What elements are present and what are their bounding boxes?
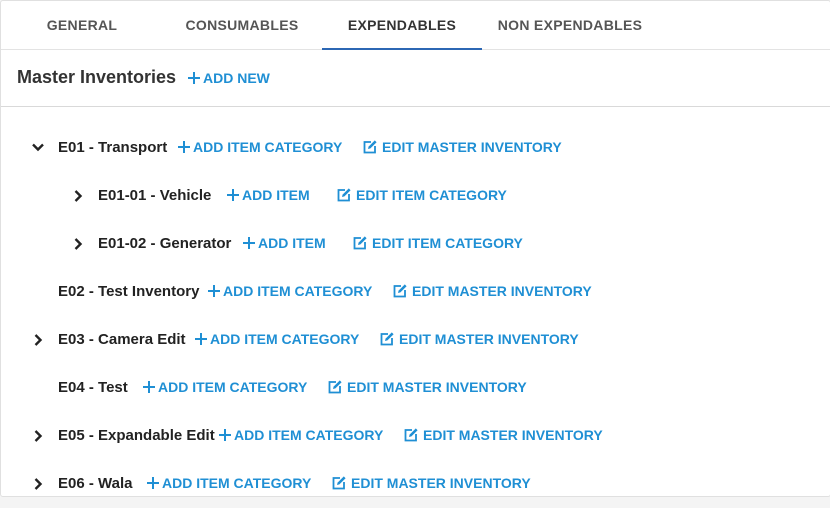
plus-icon bbox=[242, 236, 256, 250]
edit-icon bbox=[336, 187, 352, 203]
edit-icon bbox=[331, 475, 347, 491]
edit-icon bbox=[392, 283, 408, 299]
edit-master-inventory-button[interactable]: EDIT MASTER INVENTORY bbox=[403, 423, 603, 447]
tab-bar: GENERAL CONSUMABLES EXPENDABLES NON EXPE… bbox=[1, 1, 830, 50]
tree-row: E02 - Test Inventory bbox=[58, 279, 199, 303]
plus-icon bbox=[142, 380, 156, 394]
edit-icon bbox=[379, 331, 395, 347]
tab-expendables[interactable]: EXPENDABLES bbox=[322, 1, 482, 50]
plus-icon bbox=[177, 140, 191, 154]
edit-icon bbox=[403, 427, 419, 443]
add-item-category-button[interactable]: ADD ITEM CATEGORY bbox=[177, 135, 342, 159]
edit-master-inventory-button[interactable]: EDIT MASTER INVENTORY bbox=[362, 135, 562, 159]
edit-label: EDIT ITEM CATEGORY bbox=[356, 187, 507, 203]
edit-item-category-button[interactable]: EDIT ITEM CATEGORY bbox=[352, 231, 523, 255]
tab-consumables[interactable]: CONSUMABLES bbox=[162, 1, 322, 49]
add-label: ADD ITEM CATEGORY bbox=[223, 283, 373, 299]
plus-icon bbox=[207, 284, 221, 298]
tree-node-label: E03 - Camera Edit bbox=[58, 330, 186, 348]
add-label: ADD ITEM CATEGORY bbox=[193, 139, 343, 155]
plus-icon bbox=[194, 332, 208, 346]
add-label: ADD ITEM CATEGORY bbox=[158, 379, 308, 395]
add-new-button[interactable]: ADD NEW bbox=[187, 70, 270, 86]
add-item-category-button[interactable]: ADD ITEM CATEGORY bbox=[194, 327, 359, 351]
tree-node-label: E01-01 - Vehicle bbox=[98, 186, 212, 204]
chevron-right-icon[interactable] bbox=[68, 186, 88, 206]
add-label: ADD ITEM bbox=[242, 187, 310, 203]
plus-icon bbox=[226, 188, 240, 202]
plus-icon bbox=[218, 428, 232, 442]
page-header: Master Inventories ADD NEW bbox=[1, 50, 830, 107]
chevron-right-icon[interactable] bbox=[28, 330, 48, 350]
tree-node-label: E01-02 - Generator bbox=[98, 234, 232, 252]
tree-row: E03 - Camera Edit bbox=[58, 327, 186, 351]
edit-label: EDIT MASTER INVENTORY bbox=[351, 475, 531, 491]
chevron-right-icon[interactable] bbox=[68, 234, 88, 254]
tree-row: E01-01 - Vehicle bbox=[98, 183, 211, 207]
tree-node-label: E06 - Wala bbox=[58, 474, 133, 492]
edit-label: EDIT MASTER INVENTORY bbox=[399, 331, 579, 347]
page-title: Master Inventories bbox=[17, 67, 177, 87]
edit-label: EDIT MASTER INVENTORY bbox=[382, 139, 562, 155]
edit-master-inventory-button[interactable]: EDIT MASTER INVENTORY bbox=[331, 471, 531, 495]
add-item-button[interactable]: ADD ITEM bbox=[242, 231, 326, 255]
edit-icon bbox=[352, 235, 368, 251]
tree-node-label: E01 - Transport bbox=[58, 138, 168, 156]
add-label: ADD ITEM bbox=[258, 235, 326, 251]
edit-label: EDIT MASTER INVENTORY bbox=[347, 379, 527, 395]
edit-master-inventory-button[interactable]: EDIT MASTER INVENTORY bbox=[392, 279, 592, 303]
add-item-category-button[interactable]: ADD ITEM CATEGORY bbox=[207, 279, 372, 303]
tree-row: E01-02 - Generator bbox=[98, 231, 231, 255]
chevron-down-icon[interactable] bbox=[28, 137, 48, 157]
tree-node-label: E05 - Expandable Edit bbox=[58, 426, 215, 444]
chevron-right-icon[interactable] bbox=[28, 426, 48, 446]
edit-icon bbox=[362, 139, 378, 155]
add-label: ADD ITEM CATEGORY bbox=[210, 331, 360, 347]
add-label: ADD ITEM CATEGORY bbox=[162, 475, 312, 491]
tree-node-label: E02 - Test Inventory bbox=[58, 282, 200, 300]
edit-label: EDIT MASTER INVENTORY bbox=[412, 283, 592, 299]
tab-non-expendables[interactable]: NON EXPENDABLES bbox=[490, 1, 650, 49]
plus-icon bbox=[146, 476, 160, 490]
chevron-right-icon[interactable] bbox=[28, 474, 48, 494]
tree-row: E05 - Expandable Edit bbox=[58, 423, 215, 447]
add-item-category-button[interactable]: ADD ITEM CATEGORY bbox=[218, 423, 383, 447]
plus-icon bbox=[187, 71, 201, 85]
edit-label: EDIT MASTER INVENTORY bbox=[423, 427, 603, 443]
add-new-label: ADD NEW bbox=[203, 70, 270, 86]
tree-row: E01 - Transport bbox=[58, 135, 167, 159]
tree-row: E04 - Test bbox=[58, 375, 128, 399]
edit-icon bbox=[327, 379, 343, 395]
edit-master-inventory-button[interactable]: EDIT MASTER INVENTORY bbox=[379, 327, 579, 351]
edit-label: EDIT ITEM CATEGORY bbox=[372, 235, 523, 251]
edit-master-inventory-button[interactable]: EDIT MASTER INVENTORY bbox=[327, 375, 527, 399]
add-label: ADD ITEM CATEGORY bbox=[234, 427, 384, 443]
edit-item-category-button[interactable]: EDIT ITEM CATEGORY bbox=[336, 183, 507, 207]
inventory-card: GENERAL CONSUMABLES EXPENDABLES NON EXPE… bbox=[0, 0, 830, 497]
add-item-category-button[interactable]: ADD ITEM CATEGORY bbox=[146, 471, 311, 495]
add-item-category-button[interactable]: ADD ITEM CATEGORY bbox=[142, 375, 307, 399]
tree-row: E06 - Wala bbox=[58, 471, 132, 495]
tree-node-label: E04 - Test bbox=[58, 378, 128, 396]
add-item-button[interactable]: ADD ITEM bbox=[226, 183, 310, 207]
tab-general[interactable]: GENERAL bbox=[2, 1, 162, 49]
